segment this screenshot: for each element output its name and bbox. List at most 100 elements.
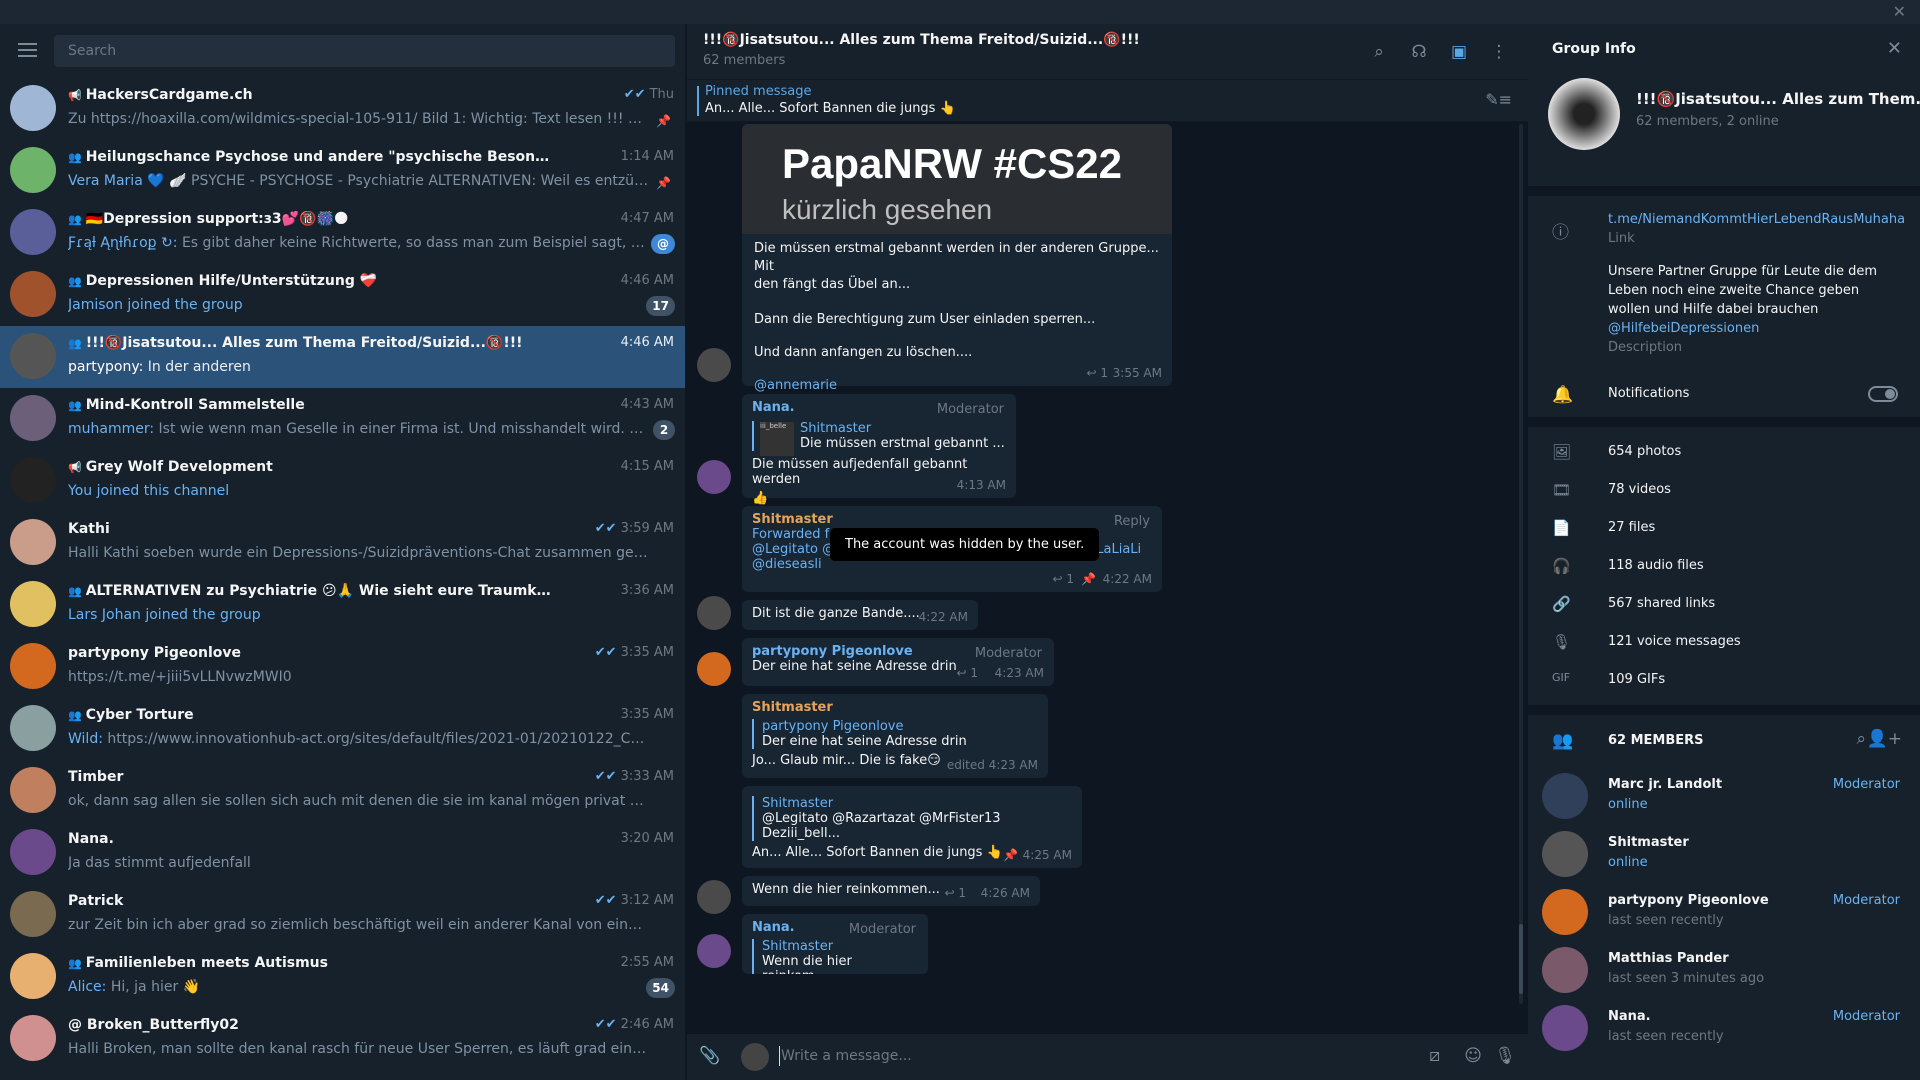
chat-title[interactable]: !!!🔞Jisatsutou... Alles zum Thema Freito… <box>703 32 1140 48</box>
member-avatar[interactable] <box>1542 947 1588 993</box>
member-avatar[interactable] <box>1542 1005 1588 1051</box>
avatar[interactable] <box>697 934 731 968</box>
message-sender[interactable]: Shitmaster <box>752 512 1152 527</box>
member-status: online <box>1608 855 1648 870</box>
add-member-icon[interactable]: 👤+ <box>1867 729 1902 749</box>
bot-commands-icon[interactable]: ⧄ <box>1429 1046 1440 1066</box>
hamburger-menu-icon[interactable] <box>18 43 37 57</box>
sidebar-toggle-icon[interactable]: ▣ <box>1448 41 1470 63</box>
reply-count[interactable]: ↩ 1 <box>1052 572 1074 586</box>
scrollbar-track[interactable] <box>1519 124 1523 1004</box>
search-input[interactable]: Search <box>54 35 675 67</box>
reply-count[interactable]: ↩ 1 <box>1086 366 1108 380</box>
chat-avatar[interactable] <box>10 147 56 193</box>
member-row[interactable]: Marc jr. Landolt online Moderator <box>1528 767 1920 825</box>
chat-avatar[interactable] <box>10 581 56 627</box>
chat-list-item[interactable]: @ Broken_Butterfly02 ✔✔ 2:46 AM Halli Broke… <box>0 1008 685 1070</box>
avatar[interactable] <box>697 460 731 494</box>
search-members-icon[interactable]: ⌕ <box>1856 729 1866 749</box>
chat-avatar[interactable] <box>10 891 56 937</box>
chat-avatar[interactable] <box>10 519 56 565</box>
search-icon[interactable]: ⌕ <box>1368 41 1390 63</box>
reply-sender[interactable]: Shitmaster <box>762 939 918 954</box>
chat-avatar[interactable] <box>10 395 56 441</box>
member-avatar[interactable] <box>1542 889 1588 935</box>
shared-media-row[interactable]: GIF 109 GIFs <box>1528 661 1920 699</box>
chat-list-item[interactable]: 👥 Mind-Kontroll Sammelstelle 4:43 AM muhamm… <box>0 388 685 450</box>
member-row[interactable]: Matthias Pander last seen 3 minutes ago <box>1528 941 1920 999</box>
shared-media-row[interactable]: 🎧 118 audio files <box>1528 547 1920 585</box>
mention-link[interactable]: @annemarie <box>754 378 1160 393</box>
shared-media-row[interactable]: 🎞 78 videos <box>1528 471 1920 509</box>
notifications-row[interactable]: 🔔 Notifications <box>1528 375 1920 413</box>
more-menu-icon[interactable]: ⋮ <box>1488 41 1510 63</box>
member-row[interactable]: Shitmaster online <box>1528 825 1920 883</box>
read-check-icon: ✔✔ <box>594 521 617 536</box>
chat-list-item[interactable]: Kathi ✔✔ 3:59 AM Halli Kathi soeben wurde e… <box>0 512 685 574</box>
emoji-icon[interactable]: ☺ <box>1464 1046 1482 1066</box>
chat-avatar[interactable] <box>10 643 56 689</box>
shared-media-row[interactable]: 📄 27 files <box>1528 509 1920 547</box>
reaction[interactable]: 👍 <box>752 491 1006 506</box>
chat-avatar[interactable] <box>10 953 56 999</box>
chat-list-item[interactable]: 👥 Heilungschance Psychose und andere "psy… <box>0 140 685 202</box>
group-icon: 👥 <box>68 213 82 226</box>
member-avatar[interactable] <box>1542 831 1588 877</box>
window-close-icon[interactable]: ✕ <box>1893 2 1906 21</box>
chat-avatar[interactable] <box>10 457 56 503</box>
chat-list-item[interactable]: Nana. 3:20 AM Ja das stimmt aufjedenfall <box>0 822 685 884</box>
reply-count[interactable]: ↩ 1 <box>944 886 966 900</box>
chat-avatar[interactable] <box>10 271 56 317</box>
member-name: partypony Pigeonlove <box>1608 893 1769 908</box>
chat-avatar[interactable] <box>10 333 56 379</box>
message-input[interactable]: Write a message... <box>781 1048 912 1064</box>
chat-list-item[interactable]: Timber ✔✔ 3:33 AM ok, dann sag allen sie so… <box>0 760 685 822</box>
chat-avatar[interactable] <box>10 829 56 875</box>
reply-sender[interactable]: Shitmaster <box>800 421 1006 436</box>
chat-time: ✔✔ 3:12 AM <box>594 893 674 908</box>
chat-avatar[interactable] <box>10 85 56 131</box>
chat-avatar[interactable] <box>10 1015 56 1061</box>
notifications-toggle[interactable] <box>1868 386 1898 402</box>
description-mention[interactable]: @HilfebeiDepressionen <box>1608 319 1900 338</box>
avatar[interactable] <box>697 596 731 630</box>
avatar[interactable] <box>697 880 731 914</box>
message-sender[interactable]: Shitmaster <box>752 700 1038 715</box>
reply-button[interactable]: Reply <box>1114 514 1150 529</box>
reply-sender[interactable]: Shitmaster <box>762 796 1072 811</box>
send-as-avatar[interactable] <box>741 1043 769 1071</box>
avatar[interactable] <box>697 348 731 382</box>
chat-avatar[interactable] <box>10 209 56 255</box>
scrollbar-thumb[interactable] <box>1519 924 1523 994</box>
member-row[interactable]: partypony Pigeonlove last seen recently Mo… <box>1528 883 1920 941</box>
chat-list-item[interactable]: Patrick ✔✔ 3:12 AM zur Zeit bin ich aber gr… <box>0 884 685 946</box>
chat-list-item[interactable]: 👥 Familienleben meets Autismus 2:55 AM Alic… <box>0 946 685 1008</box>
message-image[interactable]: PapaNRW #CS22 kürzlich gesehen <box>742 124 1172 234</box>
pinned-message-bar[interactable]: Pinned message An... Alle... Sofort Bann… <box>687 80 1528 122</box>
chat-list-item[interactable]: 📢 Grey Wolf Development 4:15 AM You joined … <box>0 450 685 512</box>
group-link[interactable]: t.me/NiemandKommtHierLebendRausMuhaha <box>1608 210 1905 229</box>
chat-list-item[interactable]: 👥 !!!🔞Jisatsutou... Alles zum Thema Freit… <box>0 326 685 388</box>
chat-list-item[interactable]: 👥 Depressionen Hilfe/Unterstützung ❤️‍🩹 4:… <box>0 264 685 326</box>
member-row[interactable]: Nana. last seen recently Moderator <box>1528 999 1920 1057</box>
chat-avatar[interactable] <box>10 767 56 813</box>
chat-list-item[interactable]: 📢 HackersCardgame.ch ✔✔ Thu Zu https://hoaxi… <box>0 78 685 140</box>
shared-media-row[interactable]: 🖼 654 photos <box>1528 433 1920 471</box>
member-avatar[interactable] <box>1542 773 1588 819</box>
chat-list-item[interactable]: 👥 🇩🇪Depression support:з3💕🔞🎆🌑 4:47 AM Ƒɾąƚ … <box>0 202 685 264</box>
chat-list-item[interactable]: 👥 Cyber Torture 3:35 AM Wild: https://www.i… <box>0 698 685 760</box>
chat-list-item[interactable]: 👥 ALTERNATIVEN zu Psychiatrie 😕🙏 Wie sieh… <box>0 574 685 636</box>
chat-list-item[interactable]: partypony Pigeonlove ✔✔ 3:35 AM https://t.m… <box>0 636 685 698</box>
chat-avatar[interactable] <box>10 705 56 751</box>
pinned-list-icon[interactable]: ✎≡ <box>1485 90 1512 109</box>
reply-count[interactable]: ↩ 1 <box>956 666 978 680</box>
shared-media-row[interactable]: 🎙 121 voice messages <box>1528 623 1920 661</box>
voice-chat-icon[interactable]: ☊ <box>1408 41 1430 63</box>
reply-sender[interactable]: partypony Pigeonlove <box>762 719 1038 734</box>
shared-media-row[interactable]: 🔗 567 shared links <box>1528 585 1920 623</box>
microphone-icon[interactable]: 🎙 <box>1494 1046 1516 1066</box>
attach-icon[interactable]: 📎 <box>699 1046 720 1066</box>
close-icon[interactable]: ✕ <box>1887 38 1902 59</box>
avatar[interactable] <box>697 652 731 686</box>
group-avatar[interactable] <box>1548 78 1620 150</box>
